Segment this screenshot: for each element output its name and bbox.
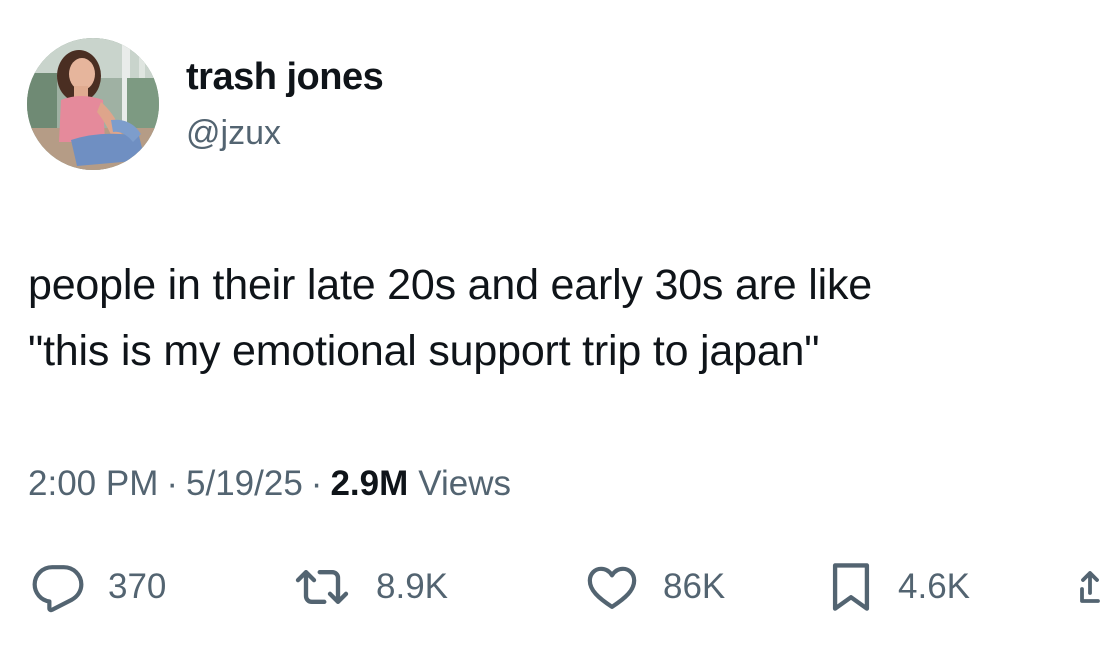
tweet-card: trash jones @jzux people in their late 2… <box>0 0 1100 660</box>
repost-icon <box>295 569 349 605</box>
bookmark-icon <box>832 563 870 611</box>
views-label: Views <box>418 464 511 503</box>
avatar[interactable] <box>27 38 159 170</box>
avatar-photo <box>27 38 159 170</box>
action-bar: 370 8.9K 86K 4.6K <box>0 555 1100 625</box>
tweet-text: people in their late 20s and early 30s a… <box>28 261 872 375</box>
meta-separator: · <box>310 464 323 503</box>
tweet-date[interactable]: 5/19/25 <box>186 464 303 504</box>
bookmark-count: 4.6K <box>898 567 970 606</box>
author-handle[interactable]: @jzux <box>186 114 281 153</box>
tweet-meta: 2:00 PM · 5/19/25 · 2.9M Views <box>28 464 511 504</box>
share-icon <box>1080 571 1100 603</box>
like-count: 86K <box>663 567 726 606</box>
heart-icon <box>587 566 637 609</box>
reply-count: 370 <box>108 567 167 606</box>
repost-button[interactable]: 8.9K <box>290 555 448 619</box>
share-button[interactable] <box>1080 555 1100 619</box>
reply-button[interactable]: 370 <box>30 555 166 619</box>
bookmark-button[interactable]: 4.6K <box>826 555 970 619</box>
like-button[interactable]: 86K <box>583 555 725 619</box>
tweet-time[interactable]: 2:00 PM <box>28 464 158 504</box>
repost-count: 8.9K <box>376 567 448 606</box>
meta-separator: · <box>166 464 179 503</box>
author-display-name[interactable]: trash jones <box>186 56 384 99</box>
reply-icon <box>32 565 84 613</box>
views-count[interactable]: 2.9M <box>330 464 408 504</box>
